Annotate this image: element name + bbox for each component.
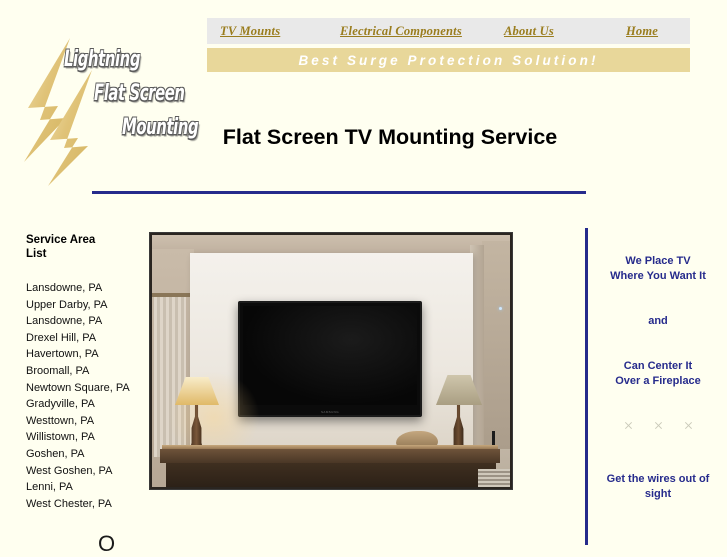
list-item: Westtown, PA bbox=[26, 414, 95, 427]
page-title: Flat Screen TV Mounting Service bbox=[222, 125, 558, 150]
photo-floor-vent bbox=[478, 469, 510, 487]
broken-image-icon bbox=[624, 421, 633, 430]
broken-image-placeholders bbox=[596, 421, 720, 430]
list-item: Broomall, PA bbox=[26, 364, 90, 377]
right-sidebar-text-3: Can Center It Over a Fireplace bbox=[615, 360, 701, 387]
logo-line-3: Mounting bbox=[122, 114, 199, 140]
photo-flat-screen-tv: SAMSUNG bbox=[238, 301, 422, 417]
list-item: Upper Darby, PA bbox=[26, 298, 108, 311]
photo-curtain bbox=[154, 297, 186, 457]
right-column-divider bbox=[585, 228, 588, 545]
list-item: Lansdowne, PA bbox=[26, 282, 103, 294]
photo-tv-indicator-light bbox=[499, 307, 502, 310]
photo-tv-screen bbox=[243, 306, 417, 405]
photo-right-wall bbox=[482, 241, 510, 449]
service-area-list: Lansdowne, PA Upper Darby, PA Lansdowne,… bbox=[26, 280, 136, 512]
tagline-banner: Best Surge Protection Solution! bbox=[207, 48, 690, 72]
list-item: West Goshen, PA bbox=[26, 464, 113, 477]
site-logo[interactable]: Lightning Flat Screen Mounting bbox=[18, 36, 208, 186]
right-sidebar-text-2: and bbox=[648, 315, 668, 327]
right-sidebar: We Place TV Where You Want It and Can Ce… bbox=[596, 240, 720, 502]
list-item: Drexel Hill, PA bbox=[26, 331, 97, 344]
logo-line-2: Flat Screen bbox=[94, 80, 185, 106]
list-item: Goshen, PA bbox=[26, 447, 85, 460]
right-sidebar-text-4: Get the wires out of sight bbox=[606, 473, 710, 500]
main-navigation: TV Mounts Electrical Components About Us… bbox=[207, 18, 690, 44]
title-divider-rule bbox=[92, 191, 586, 194]
nav-link-electrical-components[interactable]: Electrical Components bbox=[340, 24, 462, 39]
logo-line-1: Lightning bbox=[64, 46, 141, 72]
tagline-text: Best Surge Protection Solution! bbox=[298, 52, 599, 68]
nav-link-home[interactable]: Home bbox=[626, 24, 658, 39]
nav-link-about-us[interactable]: About Us bbox=[504, 24, 554, 39]
cut-off-text-glyph: O bbox=[98, 531, 116, 556]
list-item: Havertown, PA bbox=[26, 348, 99, 361]
nav-link-tv-mounts[interactable]: TV Mounts bbox=[220, 24, 280, 39]
photo-tv-brand-label: SAMSUNG bbox=[321, 410, 339, 414]
main-photo: SAMSUNG bbox=[149, 232, 513, 490]
service-area-sidebar: Service Area List Lansdowne, PA Upper Da… bbox=[26, 234, 136, 556]
list-item: Newtown Square, PA bbox=[26, 381, 130, 394]
list-item: Willistown, PA bbox=[26, 431, 95, 444]
list-item: Lansdowne, PA bbox=[26, 315, 103, 328]
list-item: West Chester, PA bbox=[26, 497, 112, 510]
page-header: Lightning Flat Screen Mounting TV Mounts… bbox=[0, 0, 727, 200]
main-photo-content: SAMSUNG bbox=[152, 235, 510, 487]
service-area-heading: Service Area List bbox=[26, 234, 96, 260]
broken-image-icon bbox=[684, 421, 693, 430]
broken-image-icon bbox=[654, 421, 663, 430]
right-sidebar-text-1: We Place TV Where You Want It bbox=[610, 255, 706, 282]
list-item: Gradyville, PA bbox=[26, 398, 95, 411]
photo-mantel bbox=[160, 449, 500, 463]
photo-mantel-body bbox=[166, 463, 496, 487]
list-item: Lenni, PA bbox=[26, 481, 73, 494]
